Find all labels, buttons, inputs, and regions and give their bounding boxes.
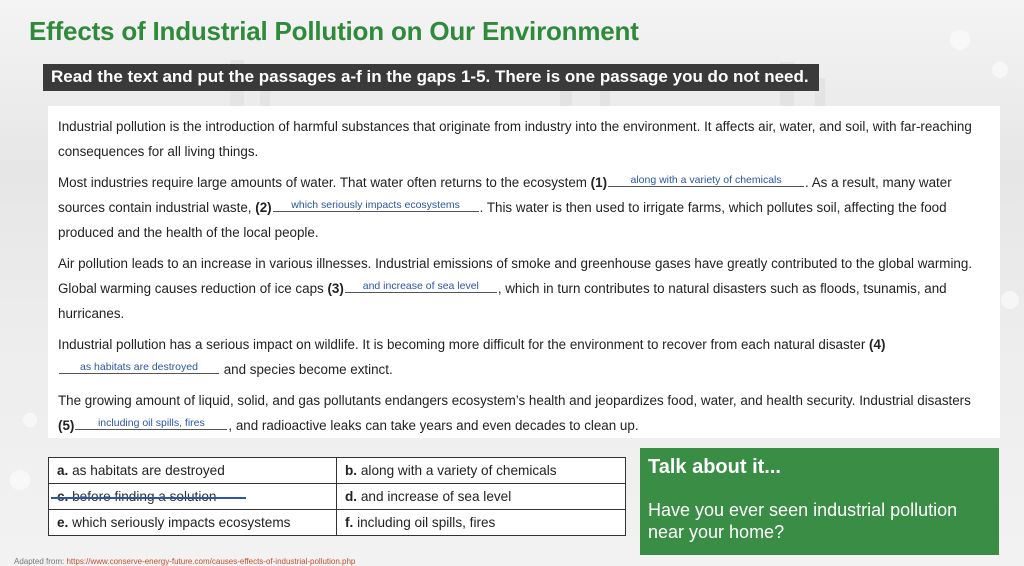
gap-2[interactable]: which seriously impacts ecosystems [272, 198, 479, 212]
strikethrough-line [51, 497, 247, 499]
option-b[interactable]: b. along with a variety of chemicals [336, 457, 626, 484]
gap-5-answer: including oil spills, fires [97, 417, 205, 429]
gap-3-answer: and increase of sea level [362, 280, 479, 292]
paragraph-1: Industrial pollution is the introduction… [58, 119, 972, 159]
instruction-banner: Read the text and put the passages a-f i… [43, 64, 819, 91]
paragraph-5: The growing amount of liquid, solid, and… [58, 393, 971, 433]
option-d[interactable]: d. and increase of sea level [336, 483, 626, 510]
gap-3[interactable]: and increase of sea level [344, 279, 497, 293]
talk-about-it-box: Talk about it... Have you ever seen indu… [640, 448, 999, 555]
option-c-struck: c. before finding a solution [51, 489, 247, 504]
gap-4-answer: as habitats are destroyed [80, 361, 198, 373]
talk-question: Have you ever seen industrial pollution … [648, 500, 958, 542]
talk-heading: Talk about it... [648, 456, 781, 478]
reading-text: Industrial pollution is the introduction… [48, 106, 1000, 438]
paragraph-4: Industrial pollution has a serious impac… [58, 337, 886, 377]
gap-5[interactable]: including oil spills, fires [75, 416, 228, 430]
paragraph-2: Most industries require large amounts of… [58, 173, 952, 240]
source-credit: Adapted from: https://www.conserve-energ… [14, 557, 356, 566]
page-title: Effects of Industrial Pollution on Our E… [29, 16, 639, 46]
paragraph-3: Air pollution leads to an increase in va… [58, 256, 973, 321]
gap-number-1: (1) [590, 175, 608, 190]
options-table: a. as habitats are destroyed b. along wi… [48, 457, 626, 536]
option-c[interactable]: c. before finding a solution [48, 483, 337, 510]
gap-1-answer: along with a variety of chemicals [630, 174, 782, 186]
gap-number-4: (4) [869, 337, 886, 352]
option-a[interactable]: a. as habitats are destroyed [48, 457, 337, 484]
gap-1[interactable]: along with a variety of chemicals [608, 173, 805, 187]
option-f[interactable]: f. including oil spills, fires [336, 509, 626, 536]
gap-number-2: (2) [255, 200, 272, 215]
gap-number-3: (3) [327, 281, 344, 296]
option-e[interactable]: e. which seriously impacts ecosystems [48, 509, 337, 536]
gap-2-answer: which seriously impacts ecosystems [291, 199, 460, 211]
gap-number-5: (5) [58, 418, 75, 433]
source-link[interactable]: https://www.conserve-energy-future.com/c… [66, 557, 355, 566]
gap-4[interactable]: as habitats are destroyed [59, 360, 219, 374]
